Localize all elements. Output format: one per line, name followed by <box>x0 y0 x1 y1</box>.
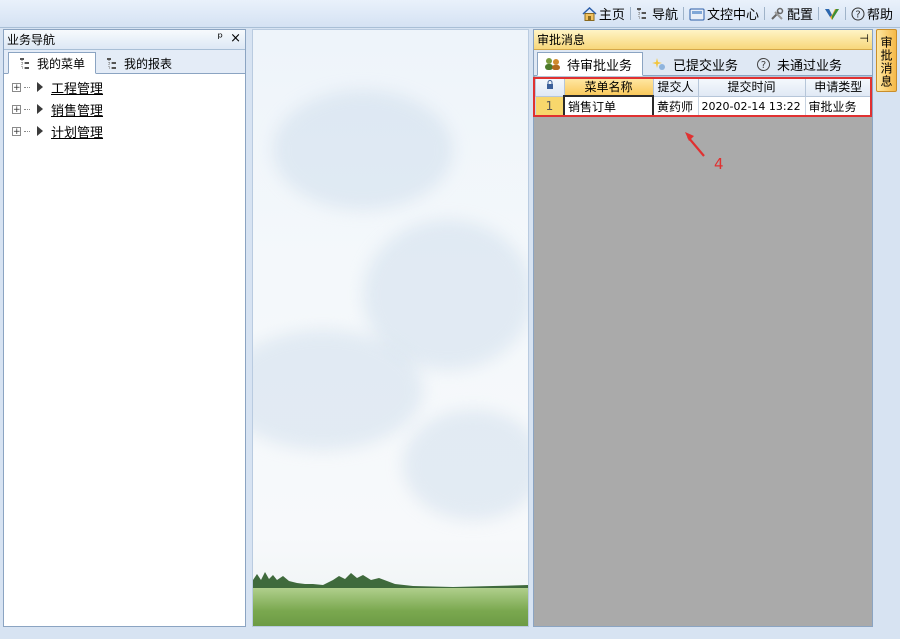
tab-label: 未通过业务 <box>777 58 843 74</box>
help-link[interactable]: ? 帮助 <box>848 4 896 23</box>
annotation-number: 4 <box>714 155 724 173</box>
lock-column-header[interactable] <box>535 76 565 97</box>
tree-item-sales[interactable]: + 销售管理 <box>4 98 245 120</box>
panel-header: 审批消息 ⊣ <box>534 30 872 50</box>
tab-pending-approval[interactable]: 待审批业务 <box>537 52 644 76</box>
business-navigation-panel: 业务导航 ᵖ × 我的菜单 我的报表 + 工程管理 + 销售管理 + 计划管理 <box>3 29 246 627</box>
close-icon[interactable]: × <box>230 31 241 46</box>
panel-title: 审批消息 <box>537 33 586 47</box>
config-label: 配置 <box>786 8 813 23</box>
tree-item-label[interactable]: 销售管理 <box>51 100 103 119</box>
toolbar-divider <box>629 7 631 20</box>
caret-right-icon <box>37 104 43 114</box>
document-center-link[interactable]: 文控中心 <box>686 4 762 23</box>
tree-connector <box>24 108 30 110</box>
panel-header: 业务导航 ᵖ × <box>4 30 245 50</box>
background-landscape-image <box>252 29 529 627</box>
tab-label: 我的报表 <box>124 56 173 71</box>
side-tab-label: 审批消息 <box>879 36 893 88</box>
table-row[interactable]: 1 销售订单 黄药师 2020-02-14 13:22 审批业务 <box>535 95 872 117</box>
tab-my-reports[interactable]: 我的报表 <box>96 53 182 73</box>
approval-tabs: 待审批业务 已提交业务 ? 未通过业务 <box>534 50 872 76</box>
annotation-arrow-icon <box>685 132 705 157</box>
grass-field <box>253 588 528 626</box>
tab-label: 我的菜单 <box>37 56 86 71</box>
document-center-label: 文控中心 <box>706 8 759 23</box>
tree-connector <box>24 86 30 88</box>
sparkle-icon <box>651 57 667 71</box>
column-header-menu-name[interactable]: 菜单名称 <box>563 76 654 97</box>
tree-icon <box>636 7 650 20</box>
tab-submitted[interactable]: 已提交业务 <box>645 53 748 75</box>
cell-request-type[interactable]: 审批业务 <box>804 95 872 117</box>
column-header-submitter[interactable]: 提交人 <box>652 76 699 97</box>
tab-my-menu[interactable]: 我的菜单 <box>8 52 97 74</box>
users-icon <box>544 57 561 71</box>
svg-text:?: ? <box>855 9 860 20</box>
side-tab-approval-messages[interactable]: 审批消息 <box>876 29 897 92</box>
top-toolbar: 主页 导航 文控中心 配置 ? 帮助 <box>0 0 900 28</box>
tree-item-engineering[interactable]: + 工程管理 <box>4 76 245 98</box>
tree-item-planning[interactable]: + 计划管理 <box>4 120 245 142</box>
svg-text:?: ? <box>761 60 766 71</box>
approval-grid: 菜单名称 提交人 提交时间 申请类型 1 销售订单 黄药师 2020-02-14… <box>535 76 872 117</box>
tab-label: 待审批业务 <box>567 58 633 74</box>
folder-icon <box>689 7 705 21</box>
tree-item-label[interactable]: 工程管理 <box>51 78 103 97</box>
home-icon <box>582 6 597 21</box>
toolbar-divider <box>844 7 846 20</box>
pin-icon[interactable]: ⊣ <box>859 32 869 45</box>
tree-icon <box>106 57 120 70</box>
column-header-submit-time[interactable]: 提交时间 <box>697 76 806 97</box>
brand-link[interactable] <box>821 7 843 21</box>
tab-label: 已提交业务 <box>673 58 739 74</box>
tab-rejected[interactable]: ? 未通过业务 <box>750 53 852 75</box>
tools-icon <box>770 7 785 21</box>
cell-submit-time[interactable]: 2020-02-14 13:22 <box>697 95 806 117</box>
help-label: 帮助 <box>866 8 893 23</box>
panel-title: 业务导航 <box>7 33 56 47</box>
expand-icon[interactable]: + <box>12 104 21 114</box>
tree-icon <box>19 57 33 70</box>
navigation-link[interactable]: 导航 <box>633 4 681 23</box>
toolbar-divider <box>817 7 819 20</box>
help-icon: ? <box>756 57 771 72</box>
caret-right-icon <box>37 82 43 92</box>
column-header-request-type[interactable]: 申请类型 <box>804 76 872 97</box>
config-link[interactable]: 配置 <box>767 4 816 23</box>
expand-icon[interactable]: + <box>12 82 21 92</box>
tree-item-label[interactable]: 计划管理 <box>51 122 103 141</box>
caret-right-icon <box>37 126 43 136</box>
pin-icon[interactable]: ᵖ <box>218 31 224 46</box>
toolbar-divider <box>682 7 684 20</box>
home-link[interactable]: 主页 <box>579 4 628 23</box>
cell-submitter[interactable]: 黄药师 <box>652 95 699 117</box>
lock-icon <box>546 80 554 90</box>
approval-messages-panel: 审批消息 ⊣ 待审批业务 已提交业务 ? 未通过业务 菜单名称 提交人 提交时间… <box>533 29 873 627</box>
brand-logo-icon <box>824 7 840 21</box>
help-icon: ? <box>851 7 865 21</box>
cell-menu-name[interactable]: 销售订单 <box>563 95 654 117</box>
menu-tree: + 工程管理 + 销售管理 + 计划管理 <box>4 74 245 142</box>
row-number: 1 <box>535 95 565 117</box>
grid-header-row: 菜单名称 提交人 提交时间 申请类型 <box>535 76 872 97</box>
panel-tabs: 我的菜单 我的报表 <box>4 50 245 74</box>
tree-connector <box>24 130 30 132</box>
navigation-label: 导航 <box>651 8 678 23</box>
home-label: 主页 <box>598 8 625 23</box>
toolbar-divider <box>763 7 765 20</box>
expand-icon[interactable]: + <box>12 126 21 136</box>
